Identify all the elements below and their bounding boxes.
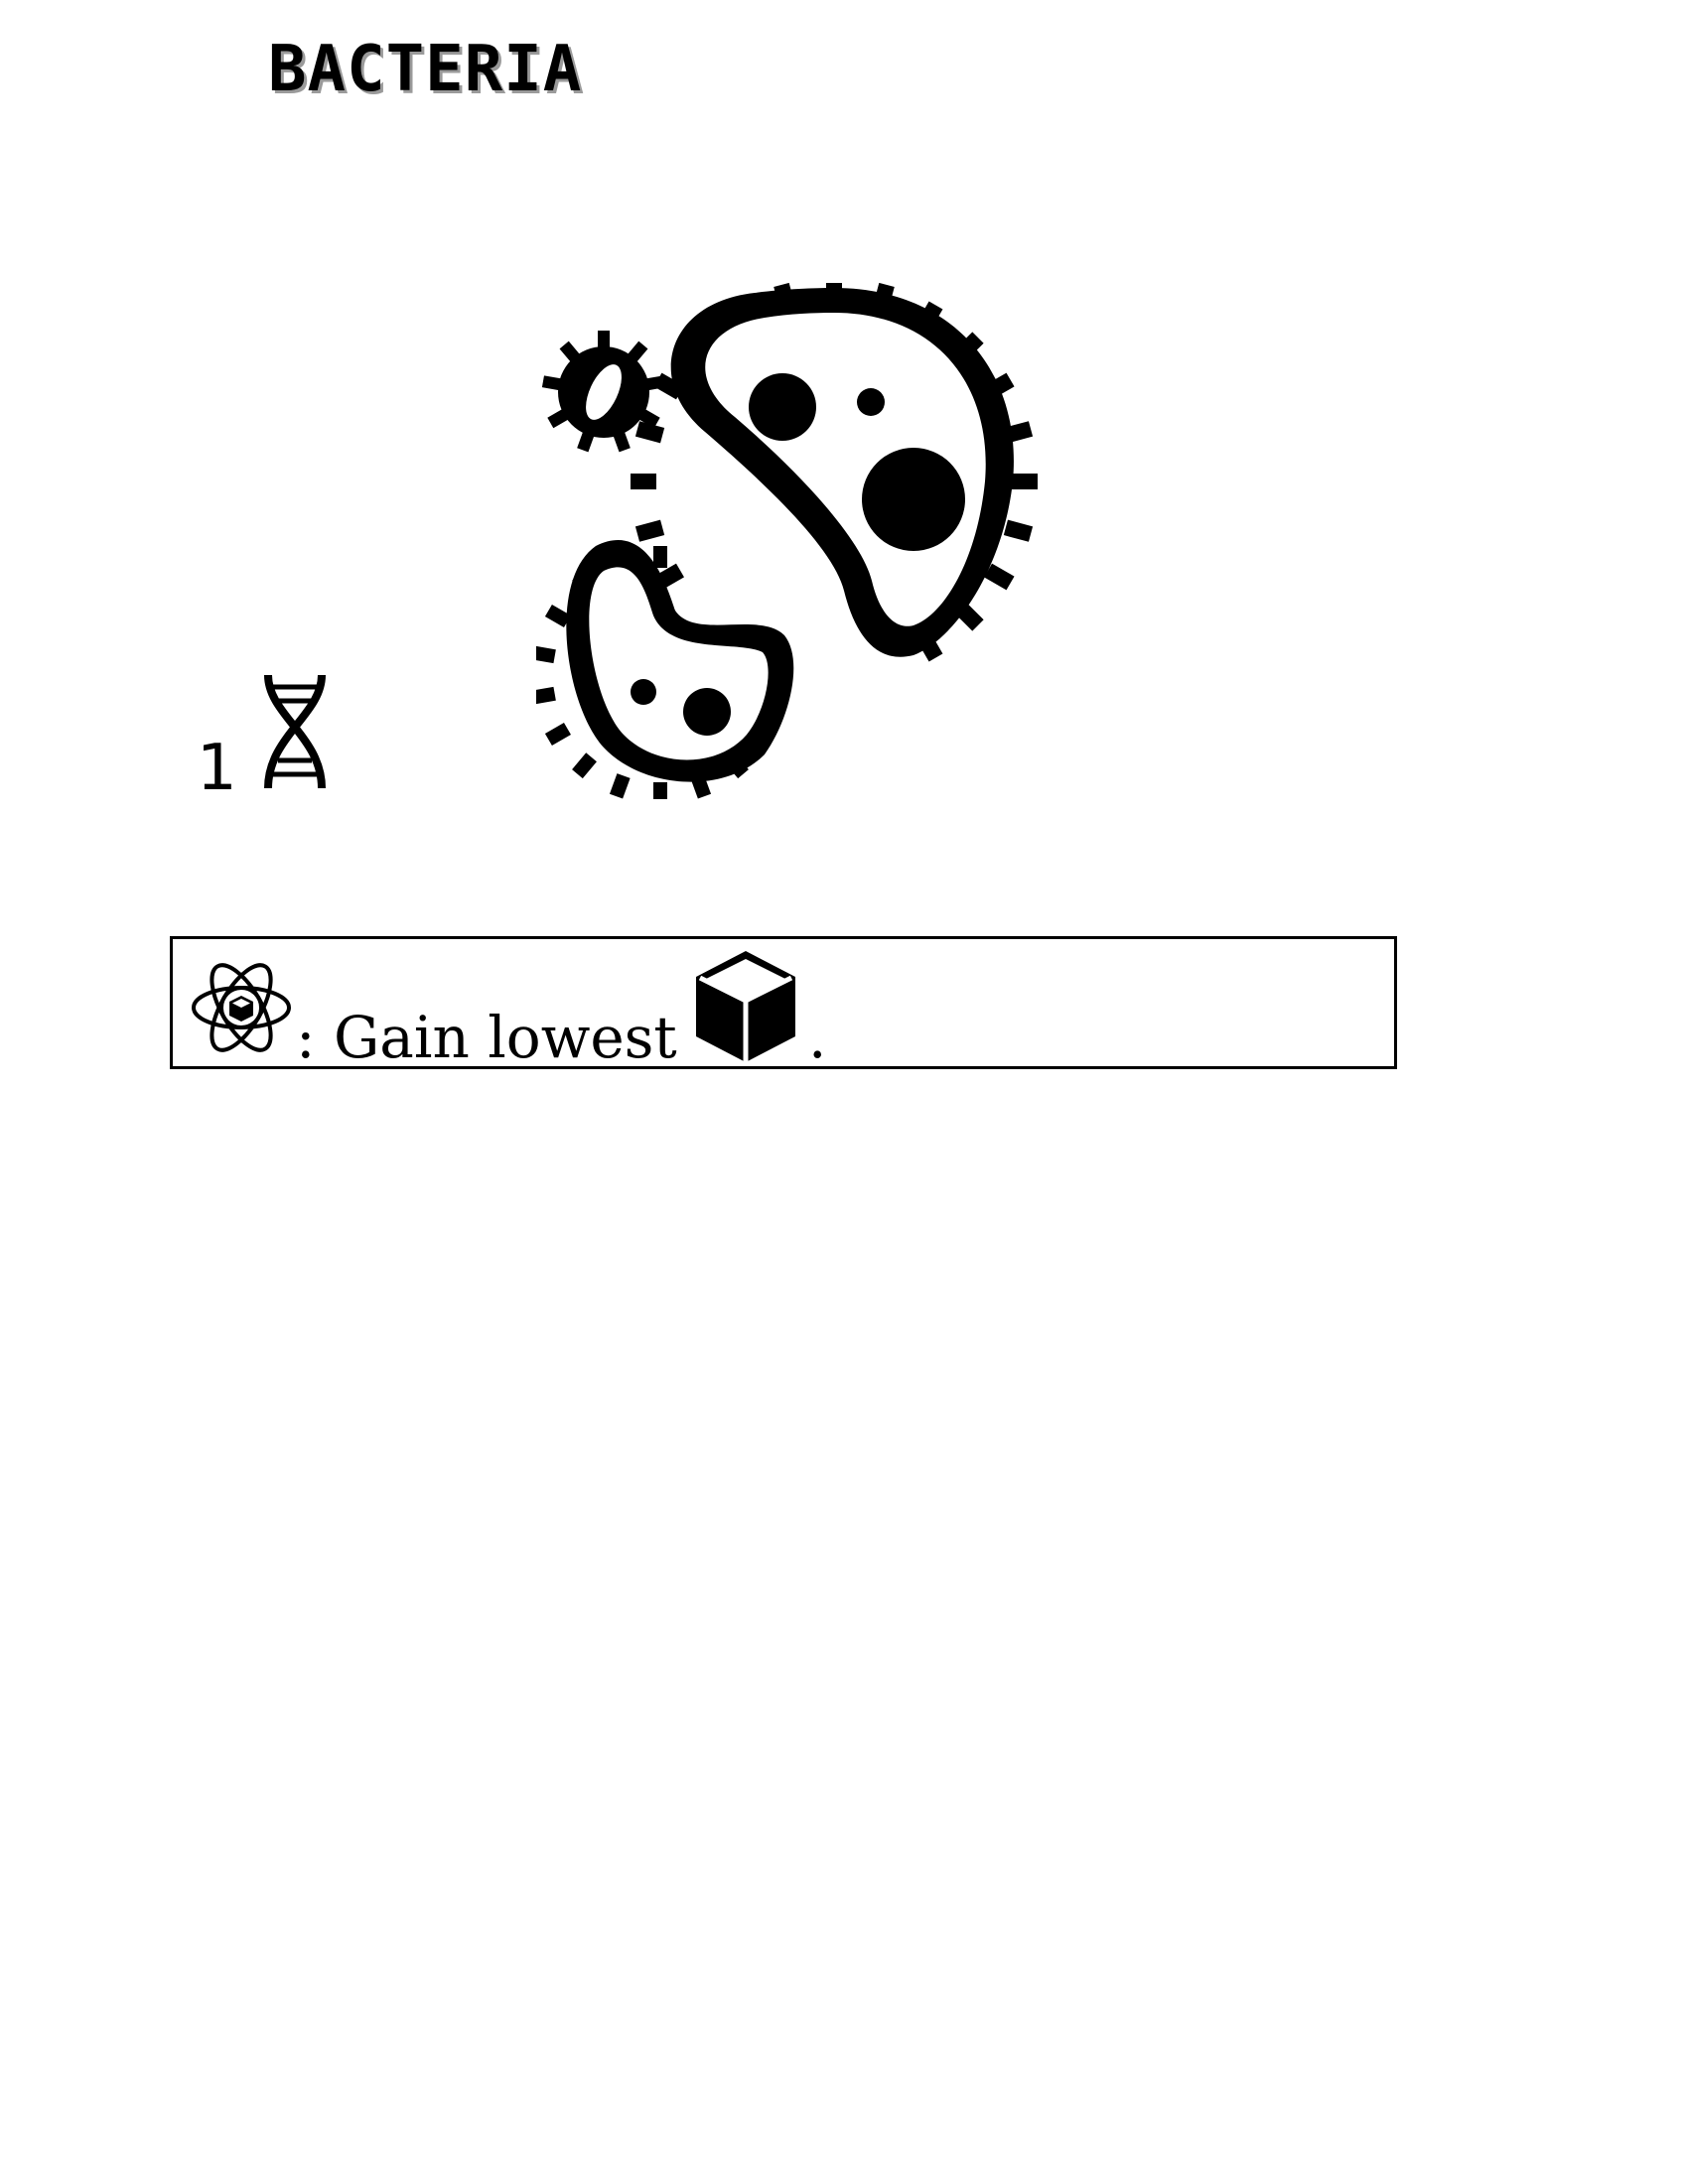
cube-icon <box>696 951 795 1062</box>
bacteria-icon <box>536 283 1038 799</box>
ability-text: : Gain lowest <box>296 1004 677 1071</box>
card-cost: 1 <box>197 675 336 800</box>
dna-icon <box>264 675 326 788</box>
ability-box: : Gain lowest . <box>170 936 1397 1069</box>
card-title: BACTERIA <box>268 33 583 106</box>
ability-end-punctuation: . <box>808 1004 827 1071</box>
cost-value: 1 <box>197 732 237 805</box>
atom-cube-icon <box>192 963 291 1052</box>
